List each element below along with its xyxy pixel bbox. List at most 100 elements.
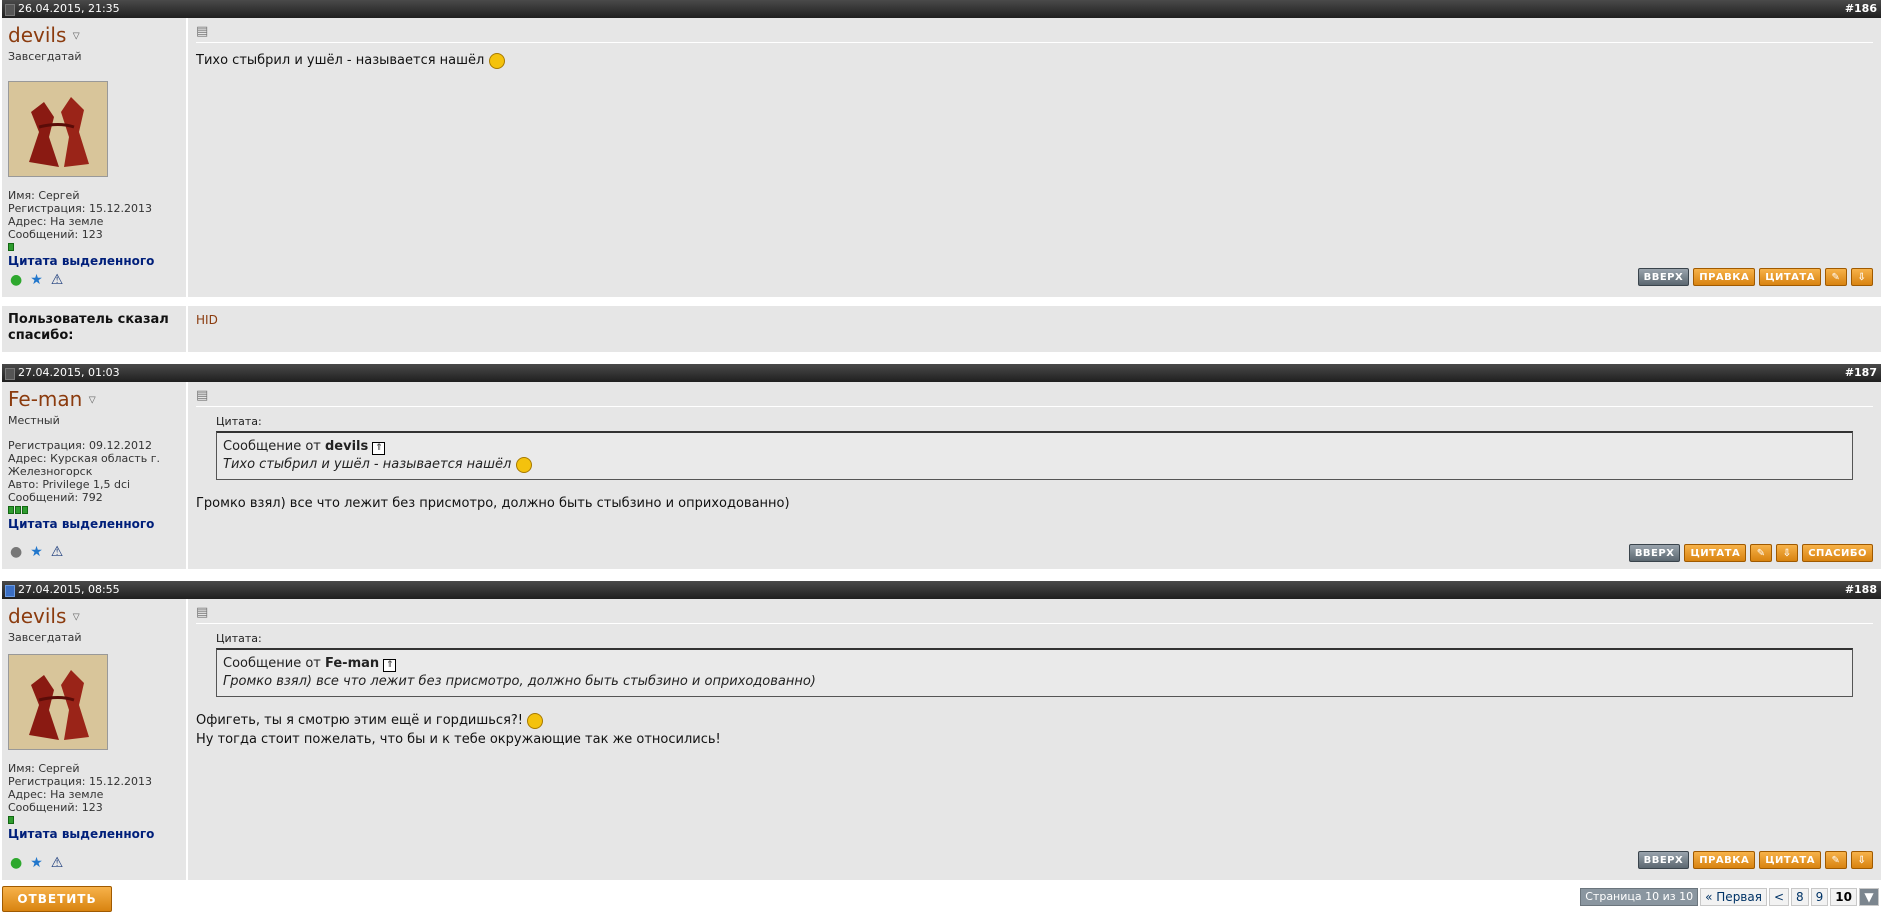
post-number-link[interactable]: #187 — [1845, 364, 1877, 382]
username-link[interactable]: devils — [8, 604, 66, 628]
post-188: 27.04.2015, 08:55 #188 devils ▽ Завсегда… — [2, 581, 1881, 880]
multi-quote-icon[interactable]: ✎ — [1825, 851, 1847, 869]
multi-quote-icon[interactable]: ✎ — [1825, 268, 1847, 286]
quote-from-prefix: Сообщение от — [223, 439, 321, 454]
quote-from-prefix: Сообщение от — [223, 656, 321, 671]
user-meta-posts: Сообщений: 792 — [8, 490, 103, 504]
user-meta-posts: Сообщений: 123 — [8, 227, 103, 241]
up-button[interactable]: ВВЕРХ — [1637, 268, 1690, 286]
post-date: 27.04.2015, 01:03 — [18, 366, 120, 379]
post-header: 27.04.2015, 08:55 #188 — [2, 581, 1881, 599]
post-date: 26.04.2015, 21:35 — [18, 2, 120, 15]
add-reputation-star-icon[interactable]: ★ — [30, 544, 43, 560]
multi-quote-icon[interactable]: ✎ — [1750, 544, 1773, 562]
quote-text: Тихо стыбрил и ушёл - называется нашёл — [223, 457, 512, 472]
quote-box: Сообщение от Fe-man ⇑ Громко взял) все ч… — [216, 648, 1853, 697]
post-header: 27.04.2015, 01:03 #187 — [2, 364, 1881, 382]
thanks-row: Пользователь сказал спасибо: HID — [2, 306, 1881, 352]
quick-reply-icon[interactable]: ⇩ — [1851, 851, 1873, 869]
user-meta-address: Адрес: Курская область г. Железногорск — [8, 451, 160, 478]
view-post-icon[interactable]: ⇑ — [372, 442, 386, 455]
post-number-link[interactable]: #188 — [1845, 581, 1877, 599]
user-offline-icon: ● — [10, 544, 23, 560]
reputation-bar — [8, 815, 180, 824]
page-jump-dropdown-icon[interactable]: ▼ — [1859, 888, 1879, 906]
post-content: ▤ Тихо стыбрил и ушёл - называется нашёл… — [188, 18, 1881, 297]
quote-label: Цитата: — [216, 415, 262, 428]
user-meta-registered: Регистрация: 09.12.2012 — [8, 438, 152, 452]
user-meta-registered: Регистрация: 15.12.2013 — [8, 774, 152, 788]
post-status-icon — [5, 4, 15, 16]
post-content: ▤ Цитата: Сообщение от Fe-man ⇑ Громко в… — [188, 599, 1881, 880]
post-187: 27.04.2015, 01:03 #187 Fe-man ▽ Местный … — [2, 364, 1881, 569]
avatar[interactable] — [8, 653, 108, 750]
post-content: ▤ Цитата: Сообщение от devils ⇑ Тихо сты… — [188, 382, 1881, 569]
view-post-icon[interactable]: ⇑ — [383, 659, 397, 672]
post-status-icon — [5, 368, 15, 380]
quote-selected-link[interactable]: Цитата выделенного — [8, 254, 180, 268]
thanks-label: Пользователь сказал спасибо: — [2, 306, 188, 352]
edit-button[interactable]: ПРАВКА — [1693, 268, 1756, 286]
quote-selected-link[interactable]: Цитата выделенного — [8, 517, 180, 531]
reply-button[interactable]: ОТВЕТИТЬ — [2, 886, 112, 912]
quote-button[interactable]: ЦИТАТА — [1759, 268, 1821, 286]
user-meta-name: Имя: Сергей — [8, 761, 80, 775]
message-line-2: Ну тогда стоит пожелать, что бы и к тебе… — [196, 732, 721, 747]
user-title: Завсегдатай — [8, 49, 82, 63]
up-button[interactable]: ВВЕРХ — [1637, 851, 1690, 869]
page-link-9[interactable]: 9 — [1810, 888, 1829, 906]
post-status-new-icon — [5, 585, 15, 597]
username-link[interactable]: devils — [8, 23, 66, 47]
user-meta-address: Адрес: На земле — [8, 214, 104, 228]
user-menu-arrow-icon[interactable]: ▽ — [73, 32, 80, 42]
edit-button[interactable]: ПРАВКА — [1693, 851, 1756, 869]
quote-label: Цитата: — [216, 632, 262, 645]
message-text: Громко взял) все что лежит без присмотро… — [196, 496, 790, 511]
page-info: Страница 10 из 10 — [1580, 888, 1699, 906]
username-link[interactable]: Fe-man — [8, 387, 82, 411]
user-meta-registered: Регистрация: 15.12.2013 — [8, 201, 152, 215]
post-doc-icon: ▤ — [196, 24, 1873, 43]
add-reputation-star-icon[interactable]: ★ — [30, 855, 43, 871]
quick-reply-icon[interactable]: ⇩ — [1851, 268, 1873, 286]
message-line-1: Офигеть, ты я смотрю этим ещё и гордишьс… — [196, 713, 524, 728]
user-title: Местный — [8, 413, 60, 427]
report-warning-icon[interactable]: ⚠ — [51, 544, 64, 560]
avatar-devil-icon — [9, 81, 107, 176]
user-meta-name: Имя: Сергей — [8, 188, 80, 202]
quote-selected-link[interactable]: Цитата выделенного — [8, 827, 180, 841]
user-title: Завсегдатай — [8, 630, 82, 644]
report-warning-icon[interactable]: ⚠ — [51, 855, 64, 871]
user-meta-posts: Сообщений: 123 — [8, 800, 103, 814]
user-info: devils ▽ Завсегдатай Имя: Сергей Регистр… — [2, 599, 188, 880]
quote-button[interactable]: ЦИТАТА — [1759, 851, 1821, 869]
up-button[interactable]: ВВЕРХ — [1628, 544, 1681, 562]
quick-reply-icon[interactable]: ⇩ — [1776, 544, 1799, 562]
prev-page-link[interactable]: < — [1768, 888, 1790, 906]
post-number-link[interactable]: #186 — [1845, 0, 1877, 18]
user-meta-address: Адрес: На земле — [8, 787, 104, 801]
thanks-button[interactable]: СПАСИБО — [1802, 544, 1873, 562]
post-date: 27.04.2015, 08:55 — [18, 583, 120, 596]
quote-text: Громко взял) все что лежит без присмотро… — [223, 674, 816, 689]
current-page: 10 — [1830, 888, 1857, 906]
user-menu-arrow-icon[interactable]: ▽ — [73, 613, 80, 623]
user-online-icon: ● — [10, 272, 23, 288]
report-warning-icon[interactable]: ⚠ — [51, 272, 64, 288]
post-doc-icon: ▤ — [196, 388, 1873, 407]
reputation-bar — [8, 242, 180, 251]
quote-button[interactable]: ЦИТАТА — [1684, 544, 1747, 562]
quote-author: devils — [325, 439, 369, 454]
page-link-8[interactable]: 8 — [1791, 888, 1809, 906]
surprised-smile-icon — [527, 712, 544, 729]
quote-author: Fe-man — [325, 656, 380, 671]
thanks-user-link[interactable]: HID — [188, 306, 226, 352]
add-reputation-star-icon[interactable]: ★ — [30, 272, 43, 288]
first-page-link[interactable]: « Первая — [1700, 888, 1767, 906]
user-online-icon: ● — [10, 855, 23, 871]
avatar[interactable] — [8, 80, 108, 177]
message-text: Тихо стыбрил и ушёл - называется нашёл — [196, 53, 485, 68]
user-info: devils ▽ Завсегдатай Имя: Сергей Регистр… — [2, 18, 188, 297]
reputation-bar — [8, 505, 180, 514]
user-menu-arrow-icon[interactable]: ▽ — [89, 396, 96, 406]
